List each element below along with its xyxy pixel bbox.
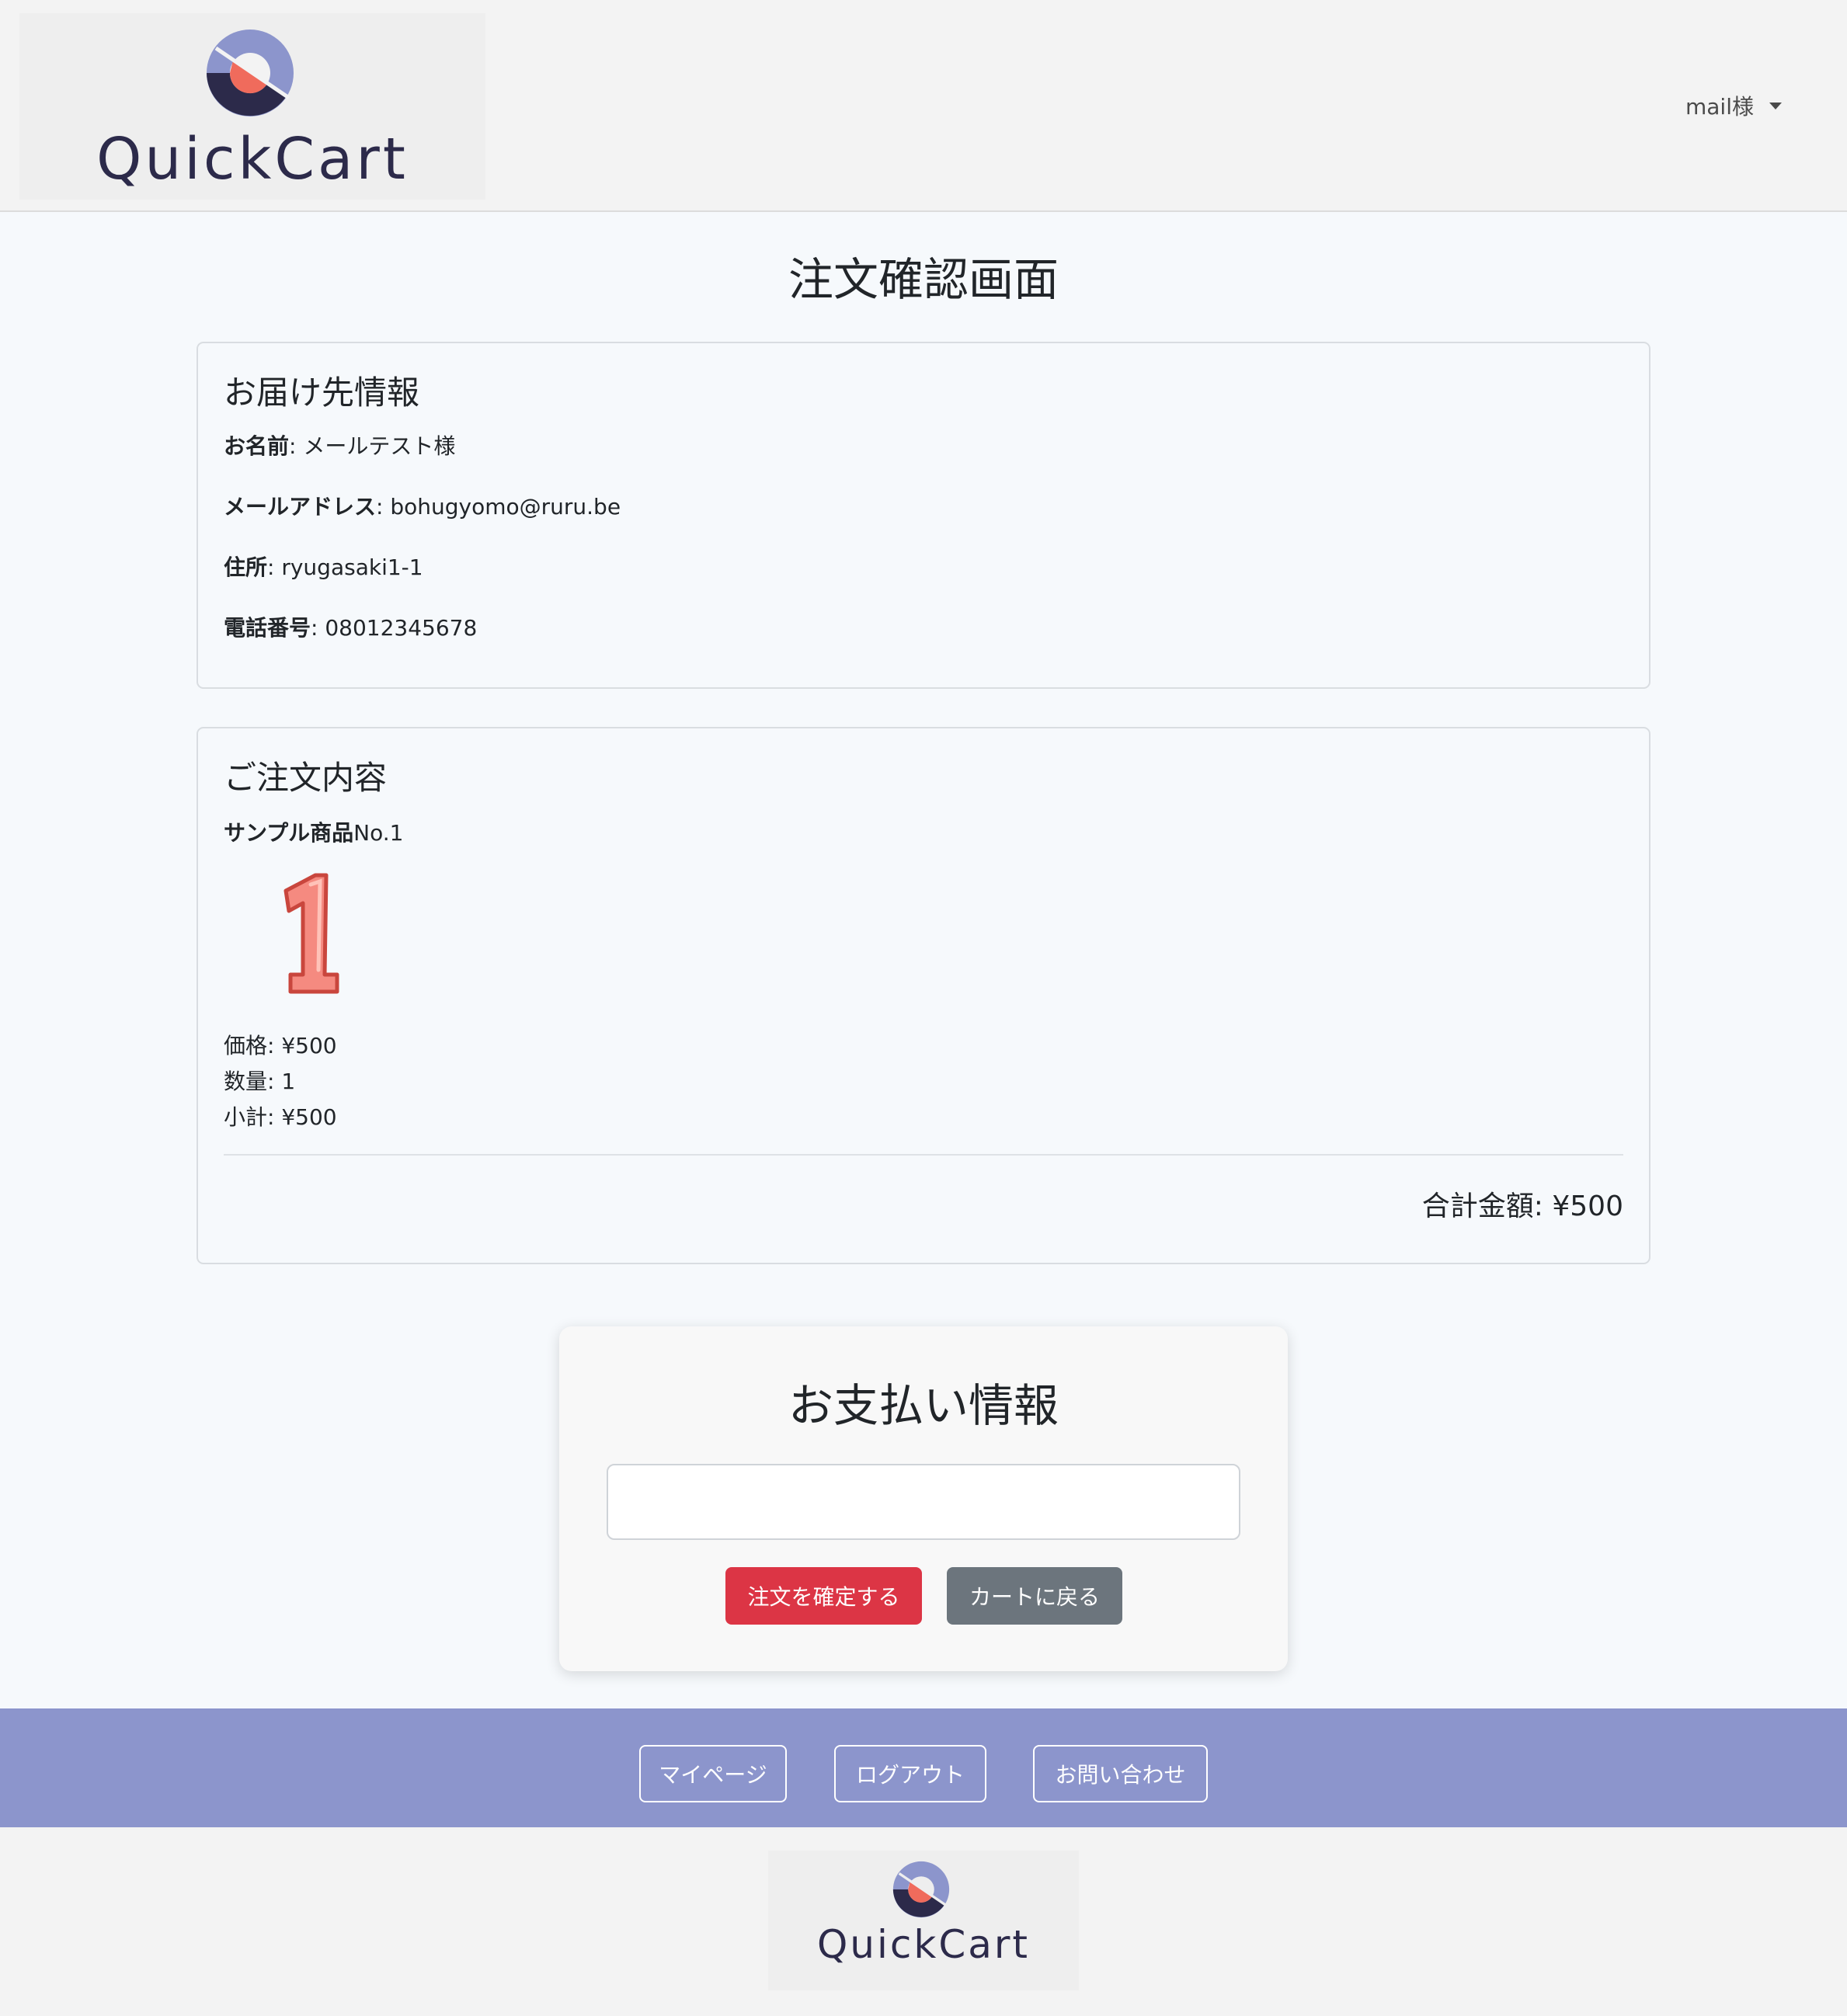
- name-value: : メールテスト様: [289, 433, 456, 459]
- email-value: : bohugyomo@ruru.be: [376, 494, 621, 520]
- address-row: 住所: ryugasaki1-1: [224, 552, 1623, 583]
- phone-label: 電話番号: [224, 615, 311, 641]
- quickcart-logo-icon: [207, 30, 294, 116]
- footer-nav: マイページ ログアウト お問い合わせ: [0, 1708, 1847, 1827]
- item-quantity: 数量: 1: [224, 1069, 296, 1094]
- site-header: QuickCart mail様: [0, 0, 1847, 212]
- footer-logo[interactable]: QuickCart: [768, 1851, 1079, 1990]
- order-item: サンプル商品No.1 価格: ¥500 数量: 1 小計: ¥500: [224, 816, 1623, 1135]
- order-total: 合計金額: ¥500: [1421, 1190, 1623, 1222]
- logo-wordmark: QuickCart: [96, 126, 409, 193]
- email-row: メールアドレス: bohugyomo@ruru.be: [224, 492, 1623, 523]
- shipping-card-title: お届け先情報: [224, 374, 420, 412]
- address-label: 住所: [224, 554, 268, 580]
- payment-title: お支払い情報: [788, 1379, 1059, 1432]
- page-title: 注文確認画面: [788, 253, 1059, 306]
- header-logo[interactable]: QuickCart: [19, 13, 485, 200]
- order-divider: [224, 1154, 1623, 1156]
- footer-logo-wordmark: QuickCart: [816, 1922, 1031, 1967]
- item-subtotal: 小計: ¥500: [224, 1104, 337, 1130]
- name-row: お名前: メールテスト様: [224, 431, 1623, 462]
- item-name-number: No.1: [353, 820, 404, 846]
- footer-link-contact[interactable]: お問い合わせ: [1033, 1745, 1208, 1802]
- phone-value: : 08012345678: [311, 615, 478, 641]
- footer-link-logout[interactable]: ログアウト: [834, 1745, 986, 1802]
- phone-row: 電話番号: 08012345678: [224, 613, 1623, 644]
- back-to-cart-button[interactable]: カートに戻る: [947, 1567, 1122, 1625]
- order-contents-card: ご注文内容 サンプル商品No.1 価格: ¥500 数量: 1 小計: ¥500…: [197, 727, 1650, 1264]
- shipping-info-card: お届け先情報 お名前: メールテスト様 メールアドレス: bohugyomo@r…: [197, 342, 1650, 689]
- caret-down-icon: [1769, 102, 1782, 109]
- user-menu-label: mail様: [1685, 94, 1754, 120]
- quickcart-logo-icon: [892, 1861, 950, 1918]
- name-label: お名前: [224, 433, 290, 459]
- payment-card: お支払い情報 注文を確定する カートに戻る: [559, 1326, 1288, 1671]
- site-footer: QuickCart: [0, 1827, 1847, 2016]
- item-name: サンプル商品No.1: [224, 816, 1623, 847]
- user-menu-dropdown[interactable]: mail様: [1685, 90, 1782, 121]
- address-value: : ryugasaki1-1: [267, 554, 423, 580]
- email-label: メールアドレス: [224, 494, 377, 520]
- item-name-bold: サンプル商品: [224, 820, 354, 846]
- order-card-title: ご注文内容: [224, 759, 388, 797]
- confirm-order-button[interactable]: 注文を確定する: [725, 1567, 922, 1625]
- item-price: 価格: ¥500: [224, 1033, 337, 1058]
- footer-link-mypage[interactable]: マイページ: [639, 1745, 787, 1802]
- product-image: [283, 873, 339, 994]
- card-element-input[interactable]: [607, 1464, 1240, 1540]
